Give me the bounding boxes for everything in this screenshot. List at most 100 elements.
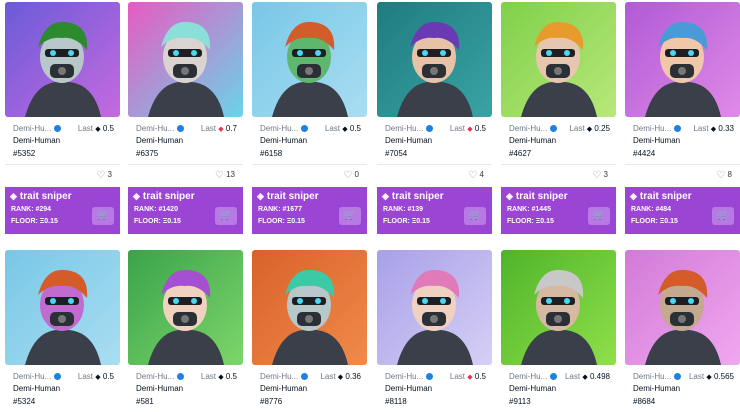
nft-name[interactable]: Demi-Human	[509, 136, 556, 145]
favorite-count: 8	[727, 170, 732, 179]
last-sale-value: 0.5	[225, 372, 237, 381]
nft-name[interactable]: Demi-Human	[385, 136, 432, 145]
cart-icon[interactable]: 🛒	[712, 207, 734, 225]
nft-token-number[interactable]: #6158	[260, 149, 282, 158]
nft-artwork-image[interactable]	[5, 2, 120, 117]
nft-token-number[interactable]: #581	[136, 397, 154, 406]
nft-name[interactable]: Demi-Human	[633, 136, 680, 145]
trait-sniper-panel[interactable]: ◈ trait sniper RANK: #1677 FLOOR: Ξ0.15 🛒	[252, 187, 367, 234]
nft-token-number[interactable]: #5352	[13, 149, 35, 158]
last-sale-price: Last ◆ 0.25	[569, 124, 610, 133]
collection-name[interactable]: Demi-Hu...	[136, 124, 185, 133]
nft-artwork-image[interactable]	[625, 2, 740, 117]
nft-artwork-image[interactable]	[501, 2, 616, 117]
nft-name[interactable]: Demi-Human	[136, 136, 183, 145]
nft-name[interactable]: Demi-Human	[13, 384, 60, 393]
nft-token-number[interactable]: #4424	[633, 149, 655, 158]
collection-name-text: Demi-Hu...	[13, 124, 52, 133]
nft-token-number[interactable]: #8684	[633, 397, 655, 406]
eth-icon: ◆	[467, 374, 473, 381]
cart-icon[interactable]: 🛒	[92, 207, 114, 225]
verified-badge-icon	[426, 125, 434, 132]
nft-artwork-image[interactable]	[625, 250, 740, 365]
nft-artwork-image[interactable]	[128, 250, 243, 365]
last-sale-price: Last ◆ 0.5	[450, 124, 486, 133]
favorite-button[interactable]: ♡ 3	[96, 170, 112, 181]
nft-token-number[interactable]: #7054	[385, 149, 407, 158]
nft-name[interactable]: Demi-Human	[136, 384, 183, 393]
favorite-button[interactable]: ♡ 13	[215, 170, 235, 181]
nft-token-number[interactable]: #5324	[13, 397, 35, 406]
collection-name[interactable]: Demi-Hu...	[633, 372, 682, 381]
heart-icon: ♡	[468, 170, 478, 181]
favorite-button[interactable]: ♡ 3	[592, 170, 608, 181]
collection-name[interactable]: Demi-Hu...	[385, 124, 434, 133]
collection-name[interactable]: Demi-Hu...	[136, 372, 185, 381]
last-sale-value: 0.565	[713, 372, 734, 381]
nft-token-number[interactable]: #9113	[509, 397, 531, 406]
heart-icon: ♡	[343, 170, 353, 181]
divider	[501, 164, 616, 165]
nft-name[interactable]: Demi-Human	[260, 384, 307, 393]
verified-badge-icon	[550, 373, 558, 380]
cart-icon[interactable]: 🛒	[339, 207, 361, 225]
cart-icon[interactable]: 🛒	[588, 207, 610, 225]
eth-icon: ◆	[710, 126, 717, 133]
trait-sniper-panel[interactable]: ◈ trait sniper RANK: #294 FLOOR: Ξ0.15 🛒	[5, 187, 120, 234]
nft-name[interactable]: Demi-Human	[385, 384, 432, 393]
verified-badge-icon	[301, 125, 309, 132]
nft-token-number[interactable]: #6375	[136, 149, 158, 158]
collection-name-text: Demi-Hu...	[633, 372, 672, 381]
nft-name[interactable]: Demi-Human	[13, 136, 60, 145]
last-sale-price: Last ◆ 0.5	[450, 372, 486, 381]
nft-token-number[interactable]: #8776	[260, 397, 282, 406]
trait-sniper-panel[interactable]: ◈ trait sniper RANK: #1445 FLOOR: Ξ0.15 🛒	[501, 187, 616, 234]
trait-sniper-panel[interactable]: ◈ trait sniper RANK: #139 FLOOR: Ξ0.15 🛒	[377, 187, 492, 234]
cart-icon[interactable]: 🛒	[215, 207, 237, 225]
collection-name[interactable]: Demi-Hu...	[13, 372, 62, 381]
nft-artwork-image[interactable]	[501, 250, 616, 365]
verified-badge-icon	[674, 373, 682, 380]
collection-name[interactable]: Demi-Hu...	[509, 124, 558, 133]
collection-name[interactable]: Demi-Hu...	[260, 124, 309, 133]
cart-icon[interactable]: 🛒	[464, 207, 486, 225]
collection-name[interactable]: Demi-Hu...	[385, 372, 434, 381]
trait-sniper-logo: ◈ trait sniper	[133, 191, 195, 202]
favorite-button[interactable]: ♡ 0	[343, 170, 359, 181]
collection-name[interactable]: Demi-Hu...	[509, 372, 558, 381]
nft-token-number[interactable]: #4627	[509, 149, 531, 158]
trait-sniper-panel[interactable]: ◈ trait sniper RANK: #484 FLOOR: Ξ0.15 🛒	[625, 187, 740, 234]
favorite-count: 13	[226, 170, 235, 179]
nft-artwork-image[interactable]	[128, 2, 243, 117]
rarity-rank: RANK: #294	[11, 206, 52, 213]
eth-icon: ◆	[582, 374, 588, 381]
trait-sniper-logo: ◈ trait sniper	[630, 191, 692, 202]
nft-name[interactable]: Demi-Human	[633, 384, 680, 393]
nft-name[interactable]: Demi-Human	[260, 136, 307, 145]
diamond-icon: ◈	[506, 191, 513, 201]
rarity-rank: RANK: #1677	[258, 206, 302, 213]
nft-name[interactable]: Demi-Human	[509, 384, 556, 393]
last-sale-price: Last ◆ 0.5	[201, 372, 237, 381]
nft-artwork-image[interactable]	[252, 250, 367, 365]
collection-name[interactable]: Demi-Hu...	[13, 124, 62, 133]
trait-sniper-panel[interactable]: ◈ trait sniper RANK: #1420 FLOOR: Ξ0.15 🛒	[128, 187, 243, 234]
collection-name-text: Demi-Hu...	[385, 372, 424, 381]
nft-artwork-image[interactable]	[377, 2, 492, 117]
nft-artwork-image[interactable]	[252, 2, 367, 117]
collection-name[interactable]: Demi-Hu...	[260, 372, 309, 381]
favorite-count: 3	[603, 170, 608, 179]
last-sale-value: 0.7	[225, 124, 237, 133]
favorite-button[interactable]: ♡ 4	[468, 170, 484, 181]
trait-sniper-label: trait sniper	[639, 191, 692, 202]
nft-artwork-image[interactable]	[377, 250, 492, 365]
rarity-rank: RANK: #484	[631, 206, 672, 213]
favorite-button[interactable]: ♡ 8	[716, 170, 732, 181]
nft-artwork-image[interactable]	[5, 250, 120, 365]
last-sale-label: Last	[693, 124, 709, 133]
last-sale-label: Last	[324, 124, 341, 133]
diamond-icon: ◈	[257, 191, 264, 201]
last-sale-value: 0.5	[102, 372, 114, 381]
collection-name[interactable]: Demi-Hu...	[633, 124, 682, 133]
nft-token-number[interactable]: #8118	[385, 397, 407, 406]
